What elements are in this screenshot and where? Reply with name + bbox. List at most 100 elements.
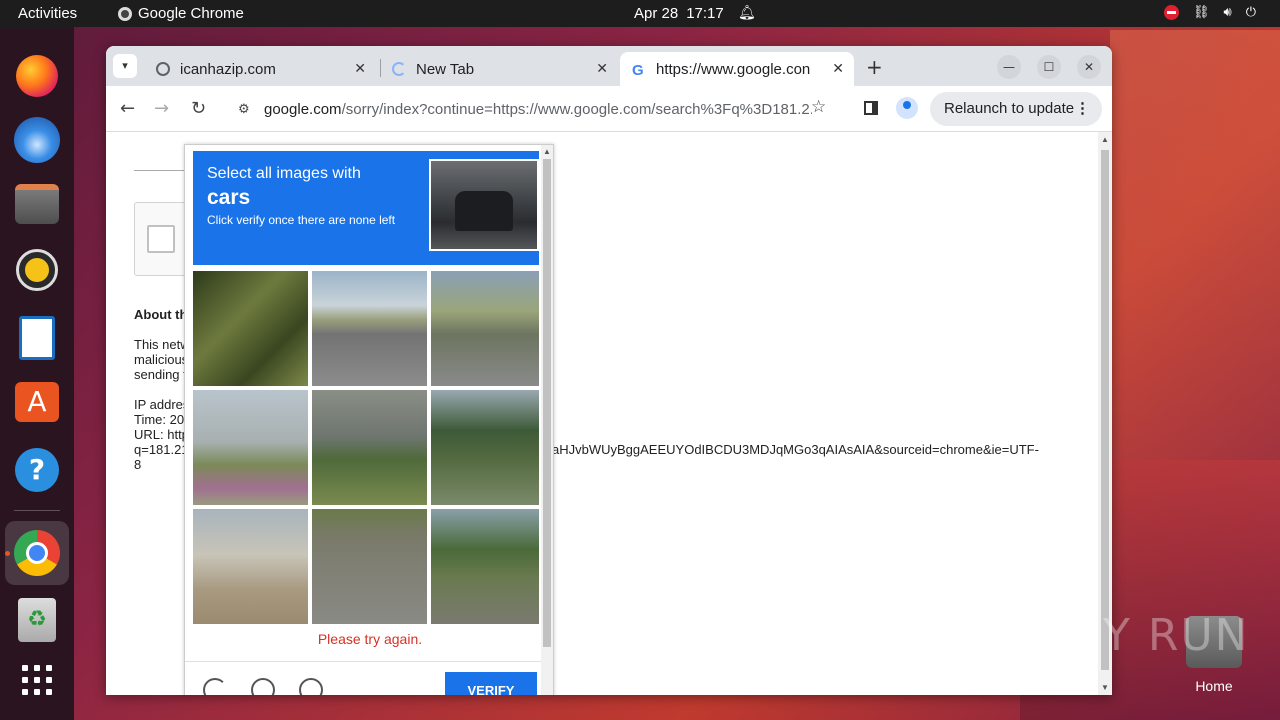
close-window-button[interactable]: ✕ <box>1077 55 1101 79</box>
running-indicator <box>5 551 10 556</box>
captcha-tile[interactable] <box>431 390 539 505</box>
anyrun-watermark: ANY RUN <box>1036 610 1250 661</box>
captcha-tile[interactable] <box>312 271 427 386</box>
captcha-tile[interactable] <box>312 509 427 624</box>
dock-chrome[interactable] <box>5 521 69 585</box>
scroll-down-icon[interactable]: ▼ <box>543 694 551 695</box>
captcha-tile[interactable] <box>431 509 539 624</box>
thunderbird-icon <box>14 117 60 163</box>
trash-icon: ♻ <box>18 598 56 642</box>
clock[interactable]: Apr 28 17:17 <box>634 5 732 22</box>
explanation-text: This netw malicious sending t <box>134 337 190 382</box>
captcha-tile[interactable] <box>193 390 308 505</box>
url-path: /sorry/index?continue=https://www.google… <box>341 100 812 118</box>
captcha-scrollbar[interactable]: ▲ ▼ <box>541 145 553 695</box>
app-center-icon: A <box>15 382 59 422</box>
app-name: Google Chrome <box>138 5 244 22</box>
bell-icon[interactable]: 🔔︎ <box>738 4 756 21</box>
close-icon[interactable]: ✕ <box>832 60 844 77</box>
files-icon <box>15 184 59 224</box>
recaptcha-checkbox[interactable] <box>147 225 175 253</box>
do-not-disturb-icon[interactable] <box>1163 4 1179 20</box>
dock: A ? ♻ <box>0 27 74 720</box>
reload-button[interactable]: ↻ <box>191 98 206 119</box>
clock-time: 17:17 <box>686 5 724 22</box>
firefox-icon <box>16 55 58 97</box>
loading-spinner-icon <box>392 62 406 76</box>
power-icon: ⏻ <box>1245 4 1256 19</box>
network-icon: ⛓ <box>1192 4 1210 19</box>
dock-writer[interactable] <box>12 313 62 363</box>
rhythmbox-icon <box>16 249 58 291</box>
scroll-up-icon[interactable]: ▲ <box>543 147 551 156</box>
tab-separator <box>380 59 381 77</box>
tab-title: https://www.google.con <box>656 60 811 78</box>
back-button[interactable]: ← <box>120 98 135 119</box>
site-info-icon[interactable]: ⚙ <box>238 101 250 117</box>
captcha-footer: VERIFY <box>185 661 553 695</box>
activities-button[interactable]: Activities <box>18 5 77 22</box>
writer-icon <box>19 316 55 360</box>
chrome-window: ▾ icanhazip.com ✕ New Tab ✕ G https://ww… <box>106 46 1112 695</box>
tab-icanhazip[interactable]: icanhazip.com ✕ <box>148 52 376 86</box>
captcha-tile[interactable] <box>193 271 308 386</box>
grid-icon <box>22 665 52 695</box>
reload-challenge-icon[interactable] <box>203 678 227 695</box>
dock-files[interactable] <box>12 179 62 229</box>
dock-trash[interactable]: ♻ <box>12 595 62 645</box>
volume-icon: 🔊︎ <box>1223 4 1232 19</box>
request-url-text: aHJvbWUyBggAEEUYOdIBCDU3MDJqMGo3qAIAsAIA… <box>552 442 1039 457</box>
sample-image <box>429 159 539 251</box>
side-panel-icon[interactable] <box>864 101 878 115</box>
captcha-subtext: Click verify once there are none left <box>207 213 396 227</box>
captcha-image-grid <box>193 271 539 624</box>
tab-google-sorry[interactable]: G https://www.google.con ✕ <box>620 52 854 86</box>
bookmark-star-icon[interactable]: ☆ <box>811 97 826 117</box>
more-menu-icon[interactable]: ⋮ <box>1075 92 1090 126</box>
profile-avatar[interactable] <box>896 97 918 119</box>
scrollbar-thumb[interactable] <box>543 159 551 647</box>
globe-icon <box>156 62 170 76</box>
tab-new-tab[interactable]: New Tab ✕ <box>384 52 618 86</box>
dock-app-center[interactable]: A <box>12 377 62 427</box>
audio-challenge-icon[interactable] <box>251 678 275 695</box>
app-menu[interactable]: Google Chrome <box>118 5 244 22</box>
captcha-tile[interactable] <box>193 509 308 624</box>
forward-button[interactable]: → <box>154 98 169 119</box>
tab-strip: ▾ icanhazip.com ✕ New Tab ✕ G https://ww… <box>106 46 1112 86</box>
maximize-button[interactable]: ☐ <box>1037 55 1061 79</box>
captcha-tile[interactable] <box>312 390 427 505</box>
minimize-button[interactable]: — <box>997 55 1021 79</box>
browser-toolbar: ← → ↻ ⚙ google.com/sorry/index?continue=… <box>106 86 1112 132</box>
address-bar[interactable]: ⚙ google.com/sorry/index?continue=https:… <box>224 92 844 126</box>
dock-rhythmbox[interactable] <box>12 245 62 295</box>
system-tray[interactable]: ⛓ 🔊︎ ⏻ <box>1163 4 1256 20</box>
new-tab-button[interactable]: + <box>866 55 883 79</box>
close-icon[interactable]: ✕ <box>596 60 608 77</box>
request-info-text: IP addres Time: 20 URL: http q=181.21 8 <box>134 397 190 472</box>
close-icon[interactable]: ✕ <box>354 60 366 77</box>
captcha-instruction: Select all images with <box>207 165 361 182</box>
relaunch-label: Relaunch to update <box>944 100 1075 117</box>
tab-title: New Tab <box>416 60 475 78</box>
show-apps-button[interactable] <box>12 655 62 705</box>
captcha-header: Select all images with cars Click verify… <box>193 151 539 265</box>
top-bar: Activities Google Chrome Apr 28 17:17 🔔︎ … <box>0 0 1280 27</box>
tab-search-button[interactable]: ▾ <box>113 54 137 78</box>
scroll-up-icon[interactable]: ▲ <box>1101 135 1109 144</box>
dock-thunderbird[interactable] <box>12 115 62 165</box>
about-heading: About th <box>134 307 188 322</box>
dock-help[interactable]: ? <box>12 445 62 495</box>
captcha-error-message: Please try again. <box>317 631 423 647</box>
dock-firefox[interactable] <box>12 51 62 101</box>
chrome-icon <box>118 6 132 21</box>
dock-separator <box>14 510 60 511</box>
scrollbar-thumb[interactable] <box>1101 150 1109 670</box>
verify-button[interactable]: VERIFY <box>445 672 537 695</box>
info-icon[interactable] <box>299 678 323 695</box>
scroll-down-icon[interactable]: ▼ <box>1101 683 1109 692</box>
captcha-challenge-popup: Select all images with cars Click verify… <box>184 144 554 695</box>
captcha-tile[interactable] <box>431 271 539 386</box>
relaunch-button[interactable]: Relaunch to update ⋮ <box>930 92 1102 126</box>
captcha-target: cars <box>207 186 251 209</box>
